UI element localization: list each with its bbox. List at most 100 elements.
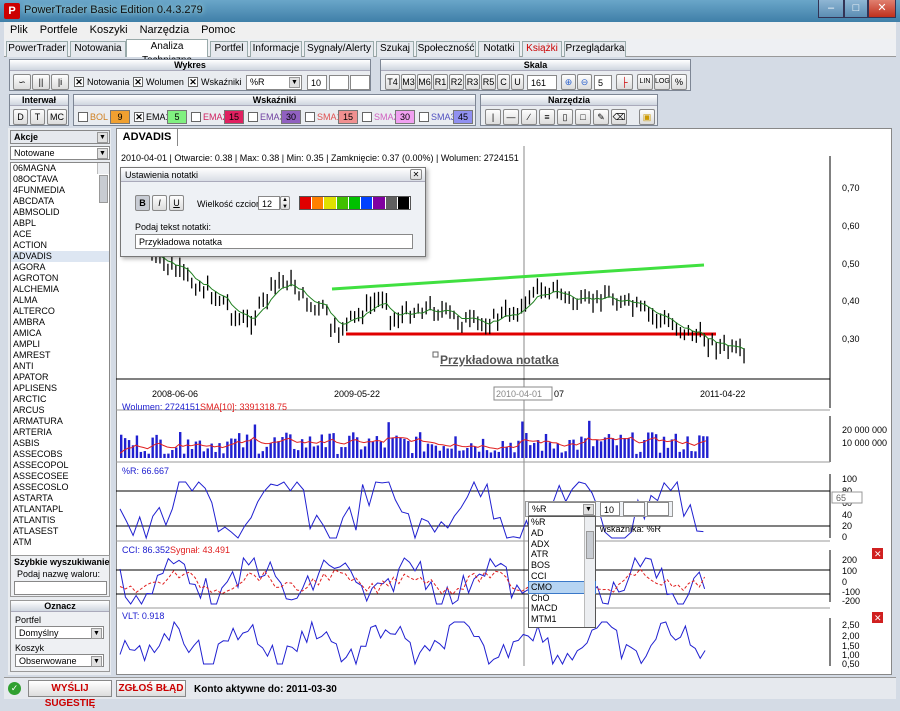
zoom-out-icon[interactable]: ⊖ (577, 74, 592, 90)
color-swatch[interactable] (312, 197, 325, 209)
tab-sygnaly[interactable]: Sygnały/Alerty (304, 41, 374, 57)
report-bug-button[interactable]: ZGŁOŚ BŁĄD (116, 680, 186, 697)
tab-informacje[interactable]: Informacje (250, 41, 302, 57)
zoom-in-icon[interactable]: ⊕ (561, 74, 576, 90)
tab-szukaj[interactable]: Szukaj (376, 41, 414, 57)
interval-weekly-button[interactable]: T (30, 109, 45, 125)
list-item[interactable]: ARCTIC (11, 394, 109, 405)
ema1-value[interactable]: 5 (167, 110, 187, 124)
popup-indicator-select[interactable]: %R ▼ (528, 502, 596, 516)
line-chart-button[interactable]: ∽ (13, 74, 31, 90)
list-item[interactable]: ATLANTIS (11, 515, 109, 526)
list-item[interactable]: ACTION (11, 240, 109, 251)
color-swatch[interactable] (324, 197, 337, 209)
minimize-button[interactable]: – (818, 0, 844, 18)
color-swatch[interactable] (336, 197, 349, 209)
param-input-2[interactable] (329, 75, 349, 90)
tab-analiza[interactable]: Analiza Techniczna (126, 39, 208, 66)
note-text-input[interactable]: Przykładowa notatka (135, 234, 413, 249)
list-item[interactable]: ASSECOBS (11, 449, 109, 460)
popup-period-input[interactable]: 10 (600, 502, 620, 516)
ohlc-chart-button[interactable]: || (32, 74, 50, 90)
percent-scale-button[interactable]: % (671, 74, 687, 90)
ema3-value[interactable]: 30 (281, 110, 301, 124)
color-swatch[interactable] (385, 197, 398, 209)
channel-tool-icon[interactable]: ▯ (557, 109, 573, 125)
color-swatch[interactable] (300, 197, 313, 209)
list-item[interactable]: ADVADIS (11, 251, 109, 262)
stock-list-scrollbar[interactable] (97, 163, 109, 203)
param-input-3[interactable] (350, 75, 370, 90)
koszyk-select[interactable]: Obserwowane ▼ (15, 654, 104, 667)
chart-tab-advadis[interactable]: ADVADIS (116, 128, 178, 146)
bol-value[interactable]: 9 (110, 110, 130, 124)
font-size-spinner[interactable]: ▲ ▼ (280, 196, 290, 210)
wolumen-checkbox[interactable]: ✕ (133, 77, 143, 87)
indicator-dropdown-list[interactable]: %R AD ADX ATR BOS CCI CMO ChO MACD MTM1 (528, 516, 596, 628)
ema1-checkbox[interactable]: ✕ (134, 112, 144, 122)
stock-list[interactable]: 06MAGNA 08OCTAVA 4FUNMEDIA ABCDATA ABMSOLID A… (10, 162, 110, 562)
zoom-input[interactable]: 5 (594, 75, 612, 90)
list-item[interactable]: ATM (11, 537, 109, 548)
send-suggestion-button[interactable]: WYŚLIJ SUGESTIĘ (28, 680, 112, 709)
list-item[interactable]: AMREST (11, 350, 109, 361)
tab-przegladarka[interactable]: Przeglądarka (564, 41, 626, 57)
range-u-button[interactable]: U (511, 74, 524, 90)
menu-plik[interactable]: Plik (4, 22, 34, 38)
list-item[interactable]: ABMSOLID (11, 207, 109, 218)
eraser-tool-icon[interactable]: ⌫ (611, 109, 627, 125)
sma1-checkbox[interactable] (305, 112, 315, 122)
menu-koszyki[interactable]: Koszyki (84, 22, 134, 38)
ema3-checkbox[interactable] (248, 112, 258, 122)
list-item[interactable]: ASSECOPOL (11, 460, 109, 471)
range-r1-button[interactable]: R1 (433, 74, 448, 90)
period-input[interactable]: 10 (307, 75, 327, 90)
list-item[interactable]: ALCHEMIA (11, 284, 109, 295)
sma2-value[interactable]: 30 (395, 110, 415, 124)
list-item[interactable]: AMBRA (11, 317, 109, 328)
dropdown-scrollbar[interactable] (584, 517, 595, 627)
font-size-input[interactable]: 12 (258, 196, 280, 210)
range-c-button[interactable]: C (497, 74, 510, 90)
trend-line-tool-icon[interactable]: ∕ (521, 109, 537, 125)
rectangle-tool-icon[interactable]: □ (575, 109, 591, 125)
tab-ksiazki[interactable]: Książki (522, 41, 562, 57)
underline-button[interactable]: U (169, 195, 184, 211)
list-item[interactable]: ANTI (11, 361, 109, 372)
range-r2-button[interactable]: R2 (449, 74, 464, 90)
list-item[interactable]: 08OCTAVA (11, 174, 109, 185)
menu-pomoc[interactable]: Pomoc (195, 22, 241, 38)
list-item[interactable]: ARTERIA (11, 427, 109, 438)
color-swatch[interactable] (373, 197, 386, 209)
note-tool-icon[interactable]: ✎ (593, 109, 609, 125)
color-swatch[interactable] (361, 197, 374, 209)
bol-checkbox[interactable] (78, 112, 88, 122)
list-item[interactable]: AGROTON (11, 273, 109, 284)
list-item[interactable]: ASSECOSLO (11, 482, 109, 493)
list-item[interactable]: APLISENS (11, 383, 109, 394)
list-item[interactable]: APATOR (11, 372, 109, 383)
list-item[interactable]: ARCUS (11, 405, 109, 416)
list-item[interactable]: ATLANTAPL (11, 504, 109, 515)
italic-button[interactable]: I (152, 195, 167, 211)
color-swatch[interactable] (397, 197, 410, 209)
candle-chart-button[interactable]: |i (51, 74, 69, 90)
log-scale-button[interactable]: LOG (654, 74, 670, 90)
portfel-select[interactable]: Domyślny ▼ (15, 626, 104, 639)
tab-powertrader[interactable]: PowerTrader (6, 41, 68, 57)
quick-search-input[interactable] (14, 581, 107, 595)
sma3-checkbox[interactable] (419, 112, 429, 122)
tab-notatki[interactable]: Notatki (478, 41, 520, 57)
fibonacci-tool-icon[interactable]: ≡ (539, 109, 555, 125)
ema2-value[interactable]: 15 (224, 110, 244, 124)
sma2-checkbox[interactable] (362, 112, 372, 122)
horizontal-line-tool-icon[interactable]: — (503, 109, 519, 125)
tab-notowania[interactable]: Notowania (70, 41, 126, 57)
sma1-value[interactable]: 15 (338, 110, 358, 124)
filter-select[interactable]: Notowane ▼ (10, 146, 110, 160)
menu-narzedzia[interactable]: Narzędzia (134, 22, 196, 38)
list-item[interactable]: ASTARTA (11, 493, 109, 504)
list-item[interactable]: AGORA (11, 262, 109, 273)
wskazniki-checkbox[interactable]: ✕ (188, 77, 198, 87)
resistance-trendline[interactable] (331, 263, 705, 291)
